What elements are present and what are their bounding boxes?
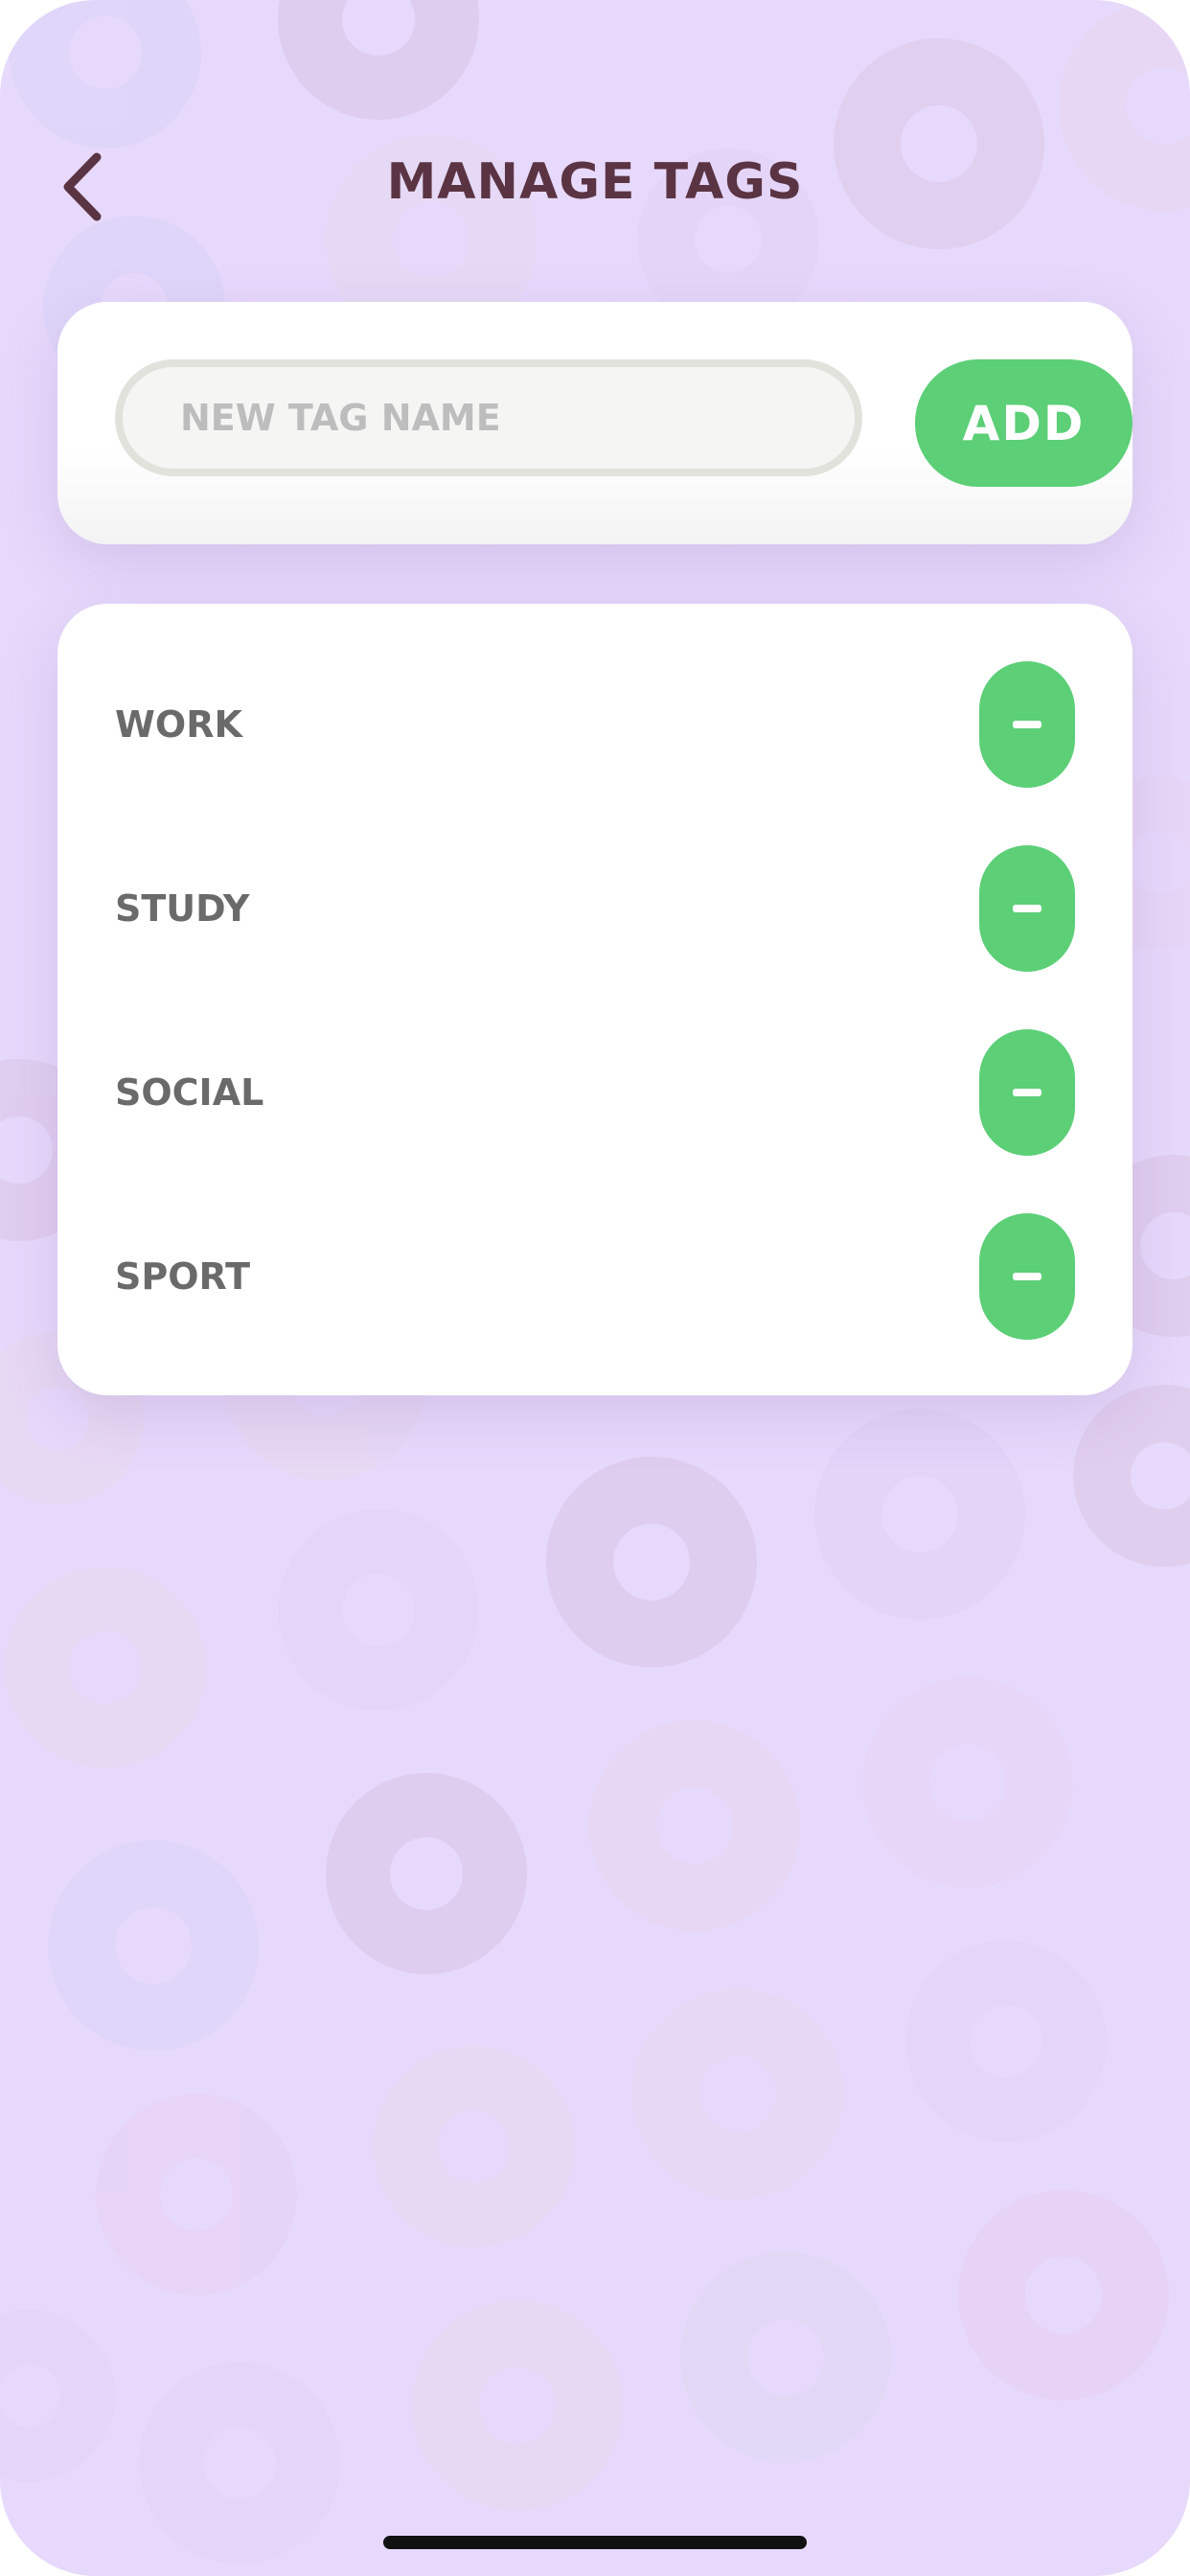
tag-row-social: SOCIAL bbox=[57, 1029, 1133, 1156]
donut-icon bbox=[589, 1720, 800, 1931]
add-tag-card: ADD bbox=[57, 302, 1133, 544]
donut-icon bbox=[10, 0, 201, 149]
tag-label: SPORT bbox=[115, 1255, 250, 1298]
donut-icon bbox=[139, 2362, 340, 2564]
minus-icon bbox=[1013, 721, 1041, 728]
page-title: MANAGE TAGS bbox=[386, 153, 804, 211]
remove-tag-button[interactable] bbox=[979, 661, 1075, 788]
tag-list-card: WORK STUDY SOCIAL SPORT bbox=[57, 604, 1133, 1395]
tag-row-work: WORK bbox=[57, 661, 1133, 788]
remove-tag-button[interactable] bbox=[979, 1213, 1075, 1340]
donut-icon bbox=[374, 2046, 575, 2247]
minus-icon bbox=[1013, 1089, 1041, 1096]
tag-label: STUDY bbox=[115, 887, 250, 930]
donut-icon bbox=[632, 1989, 843, 2199]
donut-icon bbox=[1073, 1385, 1190, 1567]
donut-icon bbox=[814, 1409, 1025, 1620]
donut-icon bbox=[278, 0, 479, 120]
tag-row-study: STUDY bbox=[57, 845, 1133, 972]
donut-icon bbox=[5, 1567, 206, 1768]
donut-icon bbox=[48, 1840, 259, 2051]
minus-icon bbox=[1013, 905, 1041, 912]
donut-icon bbox=[96, 2094, 297, 2295]
remove-tag-button[interactable] bbox=[979, 845, 1075, 972]
tag-label: SOCIAL bbox=[115, 1071, 264, 1114]
donut-icon bbox=[326, 1773, 527, 1974]
remove-tag-button[interactable] bbox=[979, 1029, 1075, 1156]
donut-icon bbox=[278, 1509, 479, 1711]
donut-icon bbox=[0, 2310, 115, 2482]
tag-row-sport: SPORT bbox=[57, 1213, 1133, 1340]
minus-icon bbox=[1013, 1273, 1041, 1280]
tag-label: WORK bbox=[115, 703, 242, 746]
donut-icon bbox=[546, 1457, 757, 1668]
manage-tags-screen: MANAGE TAGS ADD WORK STUDY SOCIAL SPORT bbox=[0, 0, 1190, 2576]
new-tag-name-input[interactable] bbox=[115, 359, 862, 476]
home-indicator[interactable] bbox=[383, 2536, 807, 2549]
donut-icon bbox=[412, 2300, 623, 2511]
donut-icon bbox=[834, 38, 1044, 249]
donut-icon bbox=[680, 2252, 891, 2463]
add-tag-button[interactable]: ADD bbox=[915, 359, 1133, 487]
donut-icon bbox=[958, 2190, 1169, 2401]
donut-icon bbox=[905, 1941, 1107, 2142]
donut-icon bbox=[862, 1677, 1073, 1888]
